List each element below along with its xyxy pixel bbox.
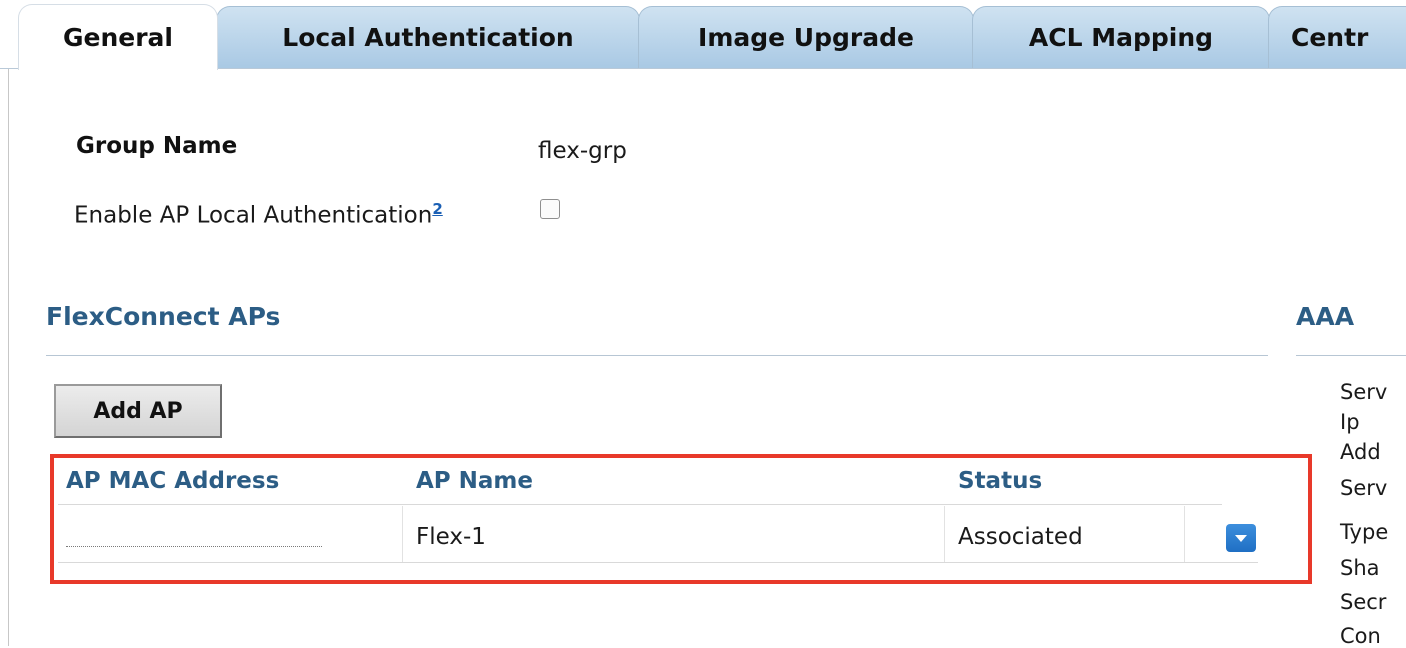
- group-name-value: flex-grp: [538, 138, 627, 164]
- table-column-separator: [402, 506, 403, 562]
- ap-mac-address-redacted: [66, 524, 322, 547]
- column-header-status: Status: [958, 468, 1043, 494]
- enable-local-auth-checkbox[interactable]: [540, 199, 560, 219]
- aaa-label-server: Serv: [1340, 380, 1388, 404]
- ap-name-cell: Flex-1: [416, 524, 486, 550]
- group-name-label: Group Name: [76, 133, 238, 159]
- aaa-label-server-type: Serv: [1340, 476, 1388, 500]
- aaa-label-type: Type: [1340, 520, 1389, 544]
- table-header-divider: [58, 504, 1222, 505]
- column-header-mac: AP MAC Address: [66, 468, 280, 494]
- tab-bar: General Local Authentication Image Upgra…: [0, 0, 1406, 70]
- aaa-title: AAA: [1296, 302, 1355, 331]
- table-row-divider: [58, 562, 1258, 563]
- tab-central[interactable]: Centr: [1268, 6, 1406, 68]
- ap-status-cell: Associated: [958, 524, 1083, 550]
- flexconnect-aps-divider: [46, 355, 1268, 356]
- table-column-separator: [1184, 506, 1185, 562]
- footnote-link[interactable]: 2: [432, 200, 442, 218]
- aaa-label-ip: Ip: [1340, 410, 1360, 434]
- aaa-label-confirm: Con: [1340, 624, 1381, 648]
- table-column-separator: [944, 506, 945, 562]
- tab-general[interactable]: General: [18, 4, 218, 70]
- tab-acl-mapping[interactable]: ACL Mapping: [972, 6, 1270, 68]
- column-header-ap-name: AP Name: [416, 468, 533, 494]
- row-action-dropdown[interactable]: [1226, 524, 1256, 552]
- aaa-label-shared: Sha: [1340, 556, 1380, 580]
- add-ap-button[interactable]: Add AP: [54, 384, 222, 438]
- aaa-divider: [1296, 355, 1406, 356]
- chevron-down-icon: [1235, 534, 1247, 542]
- enable-local-auth-label: Enable AP Local Authentication2: [74, 200, 443, 229]
- tab-local-authentication[interactable]: Local Authentication: [216, 6, 640, 68]
- panel-border: [8, 69, 9, 646]
- aaa-label-address: Add: [1340, 440, 1381, 464]
- tab-image-upgrade[interactable]: Image Upgrade: [638, 6, 974, 68]
- enable-local-auth-text: Enable AP Local Authentication: [74, 202, 433, 229]
- aaa-label-secret: Secr: [1340, 590, 1387, 614]
- flexconnect-aps-title: FlexConnect APs: [46, 302, 281, 331]
